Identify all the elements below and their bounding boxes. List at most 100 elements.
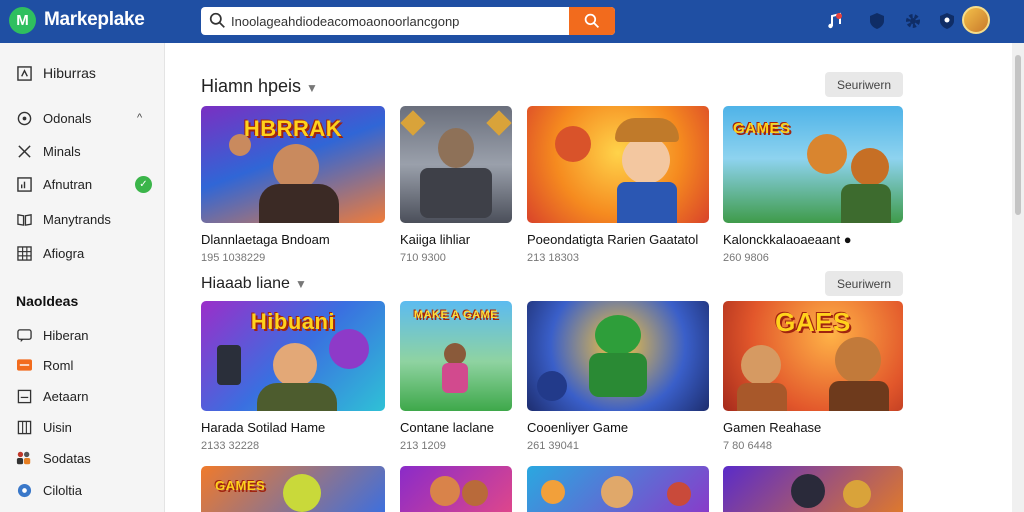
game-card[interactable]: Hibuani Harada Sotilad Hame 2133 32228 (201, 301, 385, 452)
see-all-button[interactable]: Seuriwern (825, 72, 903, 97)
game-title[interactable]: Kaiiga lihliar (400, 232, 512, 247)
status-badge: ✓ (135, 175, 152, 193)
sidebar-item-manytrands[interactable]: Manytrands (0, 207, 165, 231)
sidebar-item-label: Ciloltia (43, 482, 83, 498)
page-scrollbar[interactable] (1012, 43, 1024, 512)
sidebar-item-roml[interactable]: Roml (0, 353, 165, 377)
game-card[interactable] (527, 466, 709, 512)
game-meta: 710 9300 (400, 252, 446, 264)
sidebar-section-heading: Naoldeas (16, 293, 79, 309)
game-card[interactable]: GAMES (201, 466, 385, 512)
section-title-text: Hiaaab liane (201, 275, 290, 292)
game-title[interactable]: Contane laclane (400, 420, 512, 435)
globe-icon (16, 482, 32, 498)
sidebar-item-label: Odonals (43, 110, 92, 126)
section-title[interactable]: Hiaaab liane ▼ (201, 275, 307, 293)
game-thumbnail[interactable] (527, 301, 709, 411)
sidebar-item-minals[interactable]: Minals (0, 139, 165, 163)
chevron-down-icon[interactable]: ▼ (295, 277, 307, 291)
game-card[interactable]: Kaiiga lihliar 710 9300 (400, 106, 512, 264)
game-title[interactable]: Harada Sotilad Hame (201, 420, 385, 435)
game-thumbnail[interactable]: GAES (723, 301, 903, 411)
game-meta: 2133 32228 (201, 440, 260, 452)
game-card[interactable]: GAES Gamen Reahase 7 80 6448 (723, 301, 903, 452)
game-card[interactable]: Cooenliyer Game 261 39041 (527, 301, 709, 452)
game-card[interactable]: HBRRAK Dlannlaetaga Bndoam 195 1038229 (201, 106, 385, 264)
people-icon (16, 450, 32, 466)
game-meta: 260 9806 (723, 252, 769, 264)
chart-icon (16, 176, 32, 192)
sidebar-item-afiogra[interactable]: Afiogra (0, 241, 165, 265)
game-title[interactable]: Poeondatigta Rarien Gaatatol (527, 232, 709, 247)
section-title[interactable]: Hiamn hpeis ▼ (201, 76, 318, 97)
sidebar-item-label: Afiogra (43, 245, 85, 261)
user-avatar[interactable] (962, 6, 990, 34)
game-thumbnail[interactable] (723, 466, 903, 512)
game-meta: 195 1038229 (201, 252, 266, 264)
sidebar-item-label: Roml (43, 357, 74, 373)
game-thumbnail[interactable]: GAMES (723, 106, 903, 223)
chat-icon (16, 327, 32, 343)
tag-icon (16, 357, 32, 373)
sidebar-item-uisin[interactable]: Uisin (0, 415, 165, 439)
game-card[interactable]: GAMES Kalonckkalaoaeaant ● 260 9806 (723, 106, 903, 264)
sidebar-item-hiberan[interactable]: Hiberan (0, 323, 165, 347)
sidebar-item-label: Minals (43, 143, 81, 159)
game-title[interactable]: Kalonckkalaoaeaant ● (723, 232, 903, 247)
game-thumbnail[interactable]: GAMES (201, 466, 385, 512)
music-notification-icon[interactable] (826, 12, 844, 30)
sidebar-item-home[interactable]: Hiburras (0, 61, 165, 85)
game-card[interactable]: Poeondatigta Rarien Gaatatol 213 18303 (527, 106, 709, 264)
game-thumbnail[interactable]: Hibuani (201, 301, 385, 411)
game-thumbnail[interactable] (527, 466, 709, 512)
game-card[interactable] (723, 466, 903, 512)
search-input[interactable] (231, 7, 561, 35)
category-icon (16, 110, 32, 126)
sidebar-item-afnutran[interactable]: Afnutran ✓ (0, 172, 165, 196)
sidebar-item-sodatas[interactable]: Sodatas (0, 446, 165, 470)
document-icon (16, 388, 32, 404)
game-thumbnail[interactable] (400, 106, 512, 223)
game-thumbnail[interactable] (527, 106, 709, 223)
main-content: Hiamn hpeis ▼ Seuriwern HBRRAK Dlannlaeta… (166, 43, 1012, 512)
search-button-icon (584, 13, 600, 29)
sidebar-item-label: Aetaarn (43, 388, 89, 404)
sidebar-item-aetaarn[interactable]: Aetaarn (0, 384, 165, 408)
game-thumbnail[interactable]: HBRRAK (201, 106, 385, 223)
shield-icon[interactable] (868, 12, 886, 30)
home-icon (16, 65, 32, 81)
settings-gear-icon[interactable] (904, 12, 922, 30)
thumbnail-title: GAES (775, 307, 851, 337)
game-meta: 7 80 6448 (723, 440, 772, 452)
chevron-up-icon[interactable]: ^ (137, 112, 142, 124)
marketplace-logo-icon[interactable]: M (9, 7, 36, 34)
brand-name[interactable]: Markeplake (44, 9, 145, 31)
sidebar-item-label: Afnutran (43, 176, 93, 192)
thumbnail-title: GAMES (733, 120, 791, 137)
game-card[interactable] (400, 466, 512, 512)
grid-icon (16, 245, 32, 261)
thumbnail-title: HBRRAK (243, 116, 343, 141)
game-meta: 213 1209 (400, 440, 446, 452)
game-thumbnail[interactable] (400, 466, 512, 512)
sidebar-item-label: Manytrands (43, 211, 111, 227)
chevron-down-icon[interactable]: ▼ (306, 81, 318, 95)
section-title-text: Hiamn hpeis (201, 76, 302, 96)
game-title[interactable]: Cooenliyer Game (527, 420, 709, 435)
security-badge-icon[interactable] (938, 12, 956, 30)
game-title[interactable]: Gamen Reahase (723, 420, 903, 435)
sidebar-item-ciloltia[interactable]: Ciloltia (0, 478, 165, 502)
game-card[interactable]: MAKE A GAME Contane laclane 213 1209 (400, 301, 512, 452)
thumbnail-title: MAKE A GAME (413, 309, 499, 321)
game-meta: 261 39041 (527, 440, 579, 452)
game-thumbnail[interactable]: MAKE A GAME (400, 301, 512, 411)
search-icon (209, 12, 225, 28)
top-bar: M Markeplake (0, 0, 1024, 43)
scrollbar-thumb[interactable] (1015, 55, 1021, 215)
game-title[interactable]: Dlannlaetaga Bndoam (201, 232, 385, 247)
sidebar-item-odonals[interactable]: Odonals ^ (0, 106, 165, 130)
search-button[interactable] (569, 7, 615, 35)
sidebar: Hiburras Odonals ^ Minals Afnutran ✓ Man… (0, 43, 165, 512)
see-all-button[interactable]: Seuriwern (825, 271, 903, 296)
book-icon (16, 211, 32, 227)
